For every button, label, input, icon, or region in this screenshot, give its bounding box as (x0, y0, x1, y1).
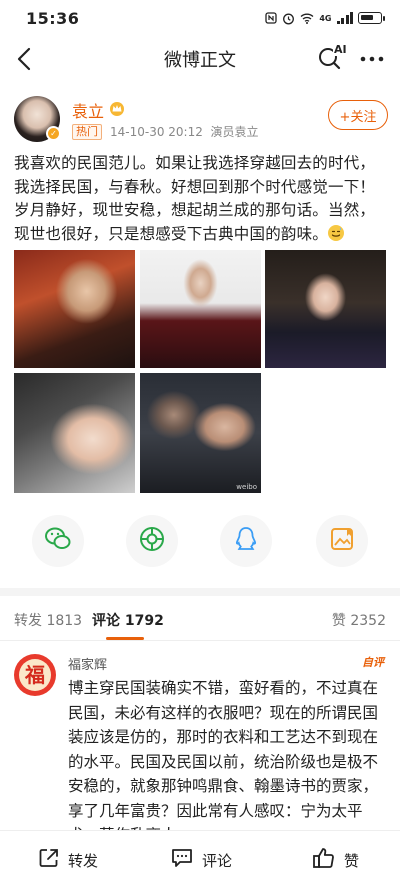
tab-likes[interactable]: 赞 2352 (332, 610, 386, 630)
share-moments-button[interactable] (126, 515, 178, 567)
battery-icon (358, 12, 385, 24)
tab-repost[interactable]: 转发 1813 (14, 610, 82, 630)
alarm-icon (282, 12, 295, 25)
share-qq-button[interactable] (220, 515, 272, 567)
wifi-icon (300, 12, 314, 24)
hot-tag: 热门 (72, 124, 102, 140)
comment-user[interactable]: 福家辉 (68, 654, 107, 673)
like-label: 赞 (344, 851, 360, 870)
comment-label: 评论 (202, 851, 233, 870)
post-text: 我喜欢的民国范儿。如果让我选择穿越回去的时代，我选择民国，与春秋。好想回到那个时… (14, 152, 388, 246)
ai-search-icon[interactable]: AI (316, 43, 348, 74)
status-icons: 4G (265, 12, 385, 25)
repost-icon (38, 847, 60, 873)
post-source: 演员袁立 (210, 125, 259, 139)
section-divider (0, 588, 400, 596)
thumbs-up-icon (312, 847, 336, 873)
post-meta: 14-10-30 20:12 演员袁立 (110, 123, 259, 140)
back-icon[interactable] (10, 44, 40, 74)
like-button[interactable]: 赞 (312, 847, 359, 873)
vip-crown-icon (108, 99, 126, 117)
save-image-button[interactable] (316, 515, 368, 567)
verified-badge-icon: ✓ (46, 126, 61, 141)
moments-icon (138, 525, 166, 557)
post-image-1[interactable] (14, 250, 135, 368)
comment-avatar-char: 福 (19, 659, 51, 691)
page-title: 微博正文 (164, 50, 236, 71)
signal-icon (336, 12, 353, 24)
sweat-smile-emoji-icon (328, 224, 345, 241)
post-image-4[interactable] (14, 373, 135, 493)
comment-button[interactable]: 评论 (170, 847, 232, 873)
status-time: 15:36 (26, 8, 80, 28)
comment-item: 福 福家辉 自评 博主穿民国装确实不错，蛮好看的，不过真在民国，未必有这样的衣服… (0, 652, 400, 830)
tabs-divider (0, 640, 400, 641)
comment-avatar[interactable]: 福 (14, 654, 56, 696)
share-wechat-button[interactable] (32, 515, 84, 567)
post-image-5[interactable]: weibo (140, 373, 261, 493)
bottom-action-bar: 转发 评论 赞 (0, 830, 400, 888)
qq-icon (234, 525, 258, 557)
post-body: 我喜欢的民国范儿。如果让我选择穿越回去的时代，我选择民国，与春秋。好想回到那个时… (14, 154, 376, 243)
self-review-badge: 自评 (362, 656, 384, 669)
tab-comments[interactable]: 评论 1792 (92, 610, 164, 630)
more-icon[interactable] (358, 44, 386, 74)
network-label: 4G (319, 13, 332, 23)
share-row (0, 515, 400, 571)
image-save-icon (329, 526, 355, 556)
nav-bar: 微博正文 AI (0, 36, 400, 82)
repost-button[interactable]: 转发 (38, 847, 98, 873)
interaction-tabs: 转发 1813 评论 1792 赞 2352 (0, 604, 400, 640)
comment-icon (170, 847, 194, 873)
post-image-2[interactable] (140, 250, 261, 368)
wechat-icon (44, 526, 72, 556)
ai-label: AI (333, 43, 348, 56)
image-watermark: weibo (236, 483, 257, 491)
comment-text[interactable]: 博主穿民国装确实不错，蛮好看的，不过真在民国，未必有这样的衣服吧？现在的所谓民国… (68, 676, 388, 830)
repost-label: 转发 (68, 851, 99, 870)
follow-button[interactable]: +关注 (328, 100, 388, 130)
author-row: ✓ 袁立 热门 14-10-30 20:12 演员袁立 +关注 (0, 96, 400, 146)
post-image-3[interactable] (265, 250, 386, 368)
nfc-icon (265, 12, 278, 24)
post-time: 14-10-30 20:12 (110, 125, 203, 139)
status-bar: 15:36 4G (0, 0, 400, 36)
author-name[interactable]: 袁立 (72, 98, 104, 122)
